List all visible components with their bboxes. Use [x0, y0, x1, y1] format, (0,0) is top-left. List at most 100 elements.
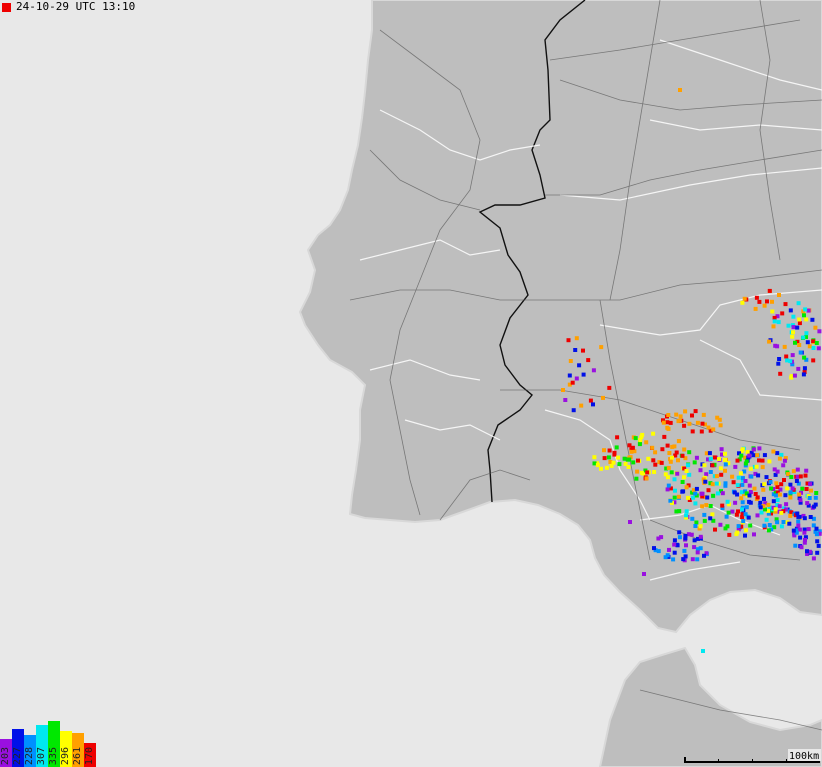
strike-marker	[781, 520, 786, 524]
strike-marker	[704, 503, 709, 508]
strike-marker	[742, 296, 747, 301]
strike-marker	[636, 458, 640, 463]
strike-marker	[788, 495, 793, 500]
strike-marker	[757, 299, 762, 304]
strike-marker	[764, 517, 769, 522]
strike-marker	[674, 412, 679, 417]
strike-marker	[602, 456, 607, 461]
legend-bar-307: 307	[36, 725, 48, 767]
strike-marker	[714, 481, 719, 486]
strike-marker	[672, 542, 677, 547]
strike-marker	[705, 495, 710, 500]
strike-marker	[666, 483, 671, 488]
strike-marker	[706, 425, 711, 430]
strike-marker	[810, 317, 815, 322]
strike-marker	[682, 423, 687, 428]
strike-marker	[768, 480, 773, 484]
timestamp-text: 24-10-29 UTC 13:10	[16, 0, 136, 13]
legend-label: 261	[72, 746, 83, 765]
strike-marker	[691, 495, 696, 500]
strike-marker	[755, 495, 760, 500]
strike-marker	[668, 459, 673, 464]
live-marker-icon	[2, 2, 11, 12]
strike-marker	[689, 532, 694, 537]
strike-marker	[753, 306, 758, 311]
strike-marker	[591, 402, 595, 407]
strike-marker	[604, 465, 609, 470]
strike-marker	[577, 363, 582, 368]
strike-marker	[733, 464, 738, 469]
strike-marker	[778, 371, 783, 376]
strike-marker	[764, 475, 769, 480]
strike-marker	[802, 516, 807, 521]
strike-marker	[675, 471, 680, 476]
strike-marker	[788, 359, 793, 364]
strike-marker	[718, 423, 723, 428]
strike-marker	[652, 470, 657, 474]
strike-marker	[715, 491, 720, 496]
strike-marker	[797, 321, 802, 326]
strike-marker	[762, 523, 767, 528]
strike-marker	[798, 498, 803, 503]
strike-marker	[739, 453, 744, 458]
strike-marker	[561, 388, 565, 392]
strike-marker	[695, 557, 700, 562]
strike-marker	[725, 499, 730, 504]
strike-marker	[666, 413, 671, 417]
strike-marker	[698, 546, 703, 551]
strike-marker	[634, 476, 639, 481]
lightning-map[interactable]: 100km	[0, 0, 822, 767]
strike-marker	[644, 440, 649, 445]
strike-marker	[694, 486, 699, 491]
strike-marker	[811, 346, 816, 350]
strike-marker	[627, 457, 632, 462]
strike-marker	[694, 520, 699, 525]
strike-marker	[760, 465, 765, 470]
strike-marker	[683, 409, 688, 414]
strike-marker	[703, 479, 708, 484]
strike-marker	[802, 530, 807, 535]
strike-marker	[700, 421, 705, 426]
strike-marker	[574, 336, 579, 341]
strike-marker	[815, 539, 820, 544]
strike-marker	[718, 466, 723, 471]
strike-marker	[741, 519, 746, 524]
strike-marker	[779, 452, 784, 457]
strike-marker	[804, 331, 809, 336]
strike-marker	[653, 462, 658, 467]
strike-marker	[626, 465, 631, 469]
strike-marker	[740, 482, 745, 487]
legend-bar-228: 228	[24, 735, 36, 767]
strike-marker	[752, 532, 756, 537]
strike-marker	[645, 470, 650, 475]
strike-marker	[806, 527, 811, 532]
strike-marker	[779, 482, 784, 487]
strike-marker	[746, 515, 751, 520]
strike-marker	[775, 520, 780, 525]
strike-marker	[653, 450, 658, 455]
strike-marker	[793, 340, 797, 345]
strike-marker	[771, 324, 776, 329]
strike-marker	[678, 88, 682, 92]
strike-marker	[708, 504, 713, 508]
strike-marker	[693, 501, 698, 506]
strike-marker	[700, 504, 705, 509]
strike-marker	[817, 329, 822, 334]
strike-marker	[687, 450, 692, 455]
strike-marker	[815, 550, 820, 555]
strike-marker	[662, 434, 667, 439]
strike-marker	[806, 308, 811, 313]
strike-marker	[708, 516, 713, 521]
strike-marker	[738, 471, 743, 476]
strike-marker	[774, 481, 779, 486]
strike-marker	[781, 463, 786, 468]
strike-marker	[630, 445, 635, 450]
strike-marker	[782, 344, 787, 349]
strike-marker	[762, 303, 767, 308]
strike-marker	[767, 459, 772, 464]
strike-marker	[775, 469, 780, 474]
strike-marker	[747, 483, 752, 488]
strike-marker	[791, 325, 796, 330]
strike-marker	[790, 486, 795, 491]
strike-marker	[785, 486, 790, 491]
